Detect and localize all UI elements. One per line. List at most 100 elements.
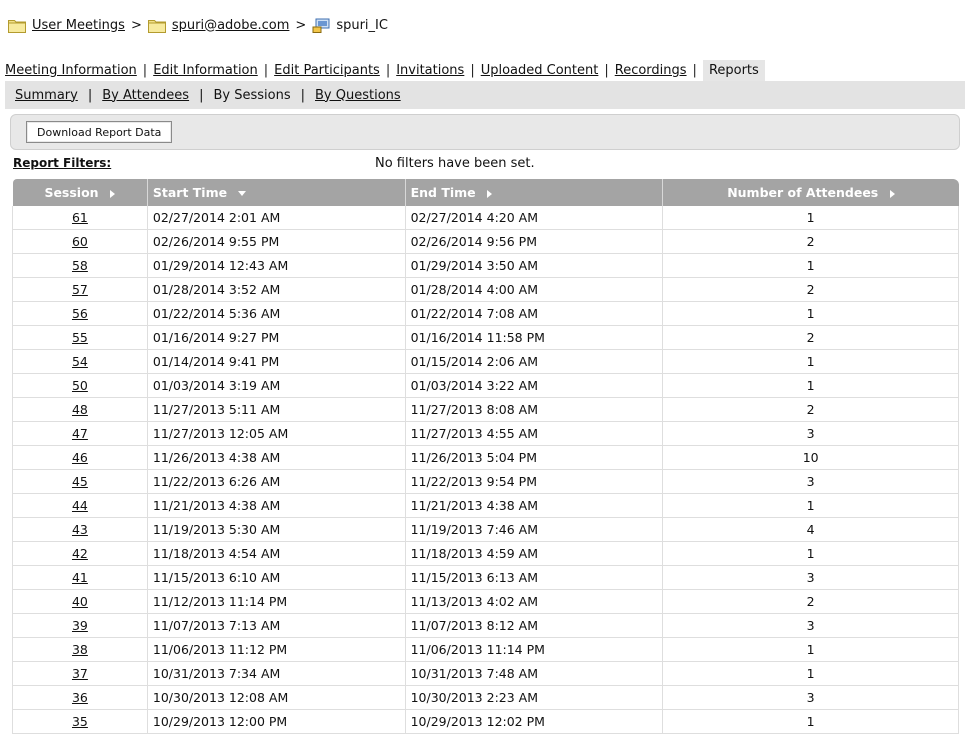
subtab-summary[interactable]: Summary bbox=[15, 88, 78, 103]
attendee-count-cell: 2 bbox=[662, 277, 959, 302]
session-link[interactable]: 38 bbox=[72, 642, 88, 657]
start-time-cell: 11/26/2013 4:38 AM bbox=[147, 445, 406, 470]
column-header-label: Number of Attendees bbox=[727, 185, 879, 200]
table-row: 37 10/31/2013 7:34 AM 10/31/2013 7:48 AM 1 bbox=[12, 661, 959, 686]
table-row: 35 10/29/2013 12:00 PM 10/29/2013 12:02 PM… bbox=[12, 709, 959, 734]
breadcrumb-user-meetings[interactable]: User Meetings bbox=[8, 18, 125, 33]
session-link[interactable]: 41 bbox=[72, 570, 88, 585]
start-time-cell: 11/21/2013 4:38 AM bbox=[147, 493, 406, 518]
column-header-start-time[interactable]: Start Time bbox=[147, 179, 406, 206]
column-header-session[interactable]: Session bbox=[12, 179, 148, 206]
table-row: 43 11/19/2013 5:30 AM 11/19/2013 7:46 AM 4 bbox=[12, 517, 959, 542]
column-header-number-of-attendees[interactable]: Number of Attendees bbox=[662, 179, 959, 206]
session-link[interactable]: 48 bbox=[72, 402, 88, 417]
tab-edit-participants[interactable]: Edit Participants bbox=[274, 63, 380, 78]
table-row: 58 01/29/2014 12:43 AM 01/29/2014 3:50 AM 1 bbox=[12, 253, 959, 278]
attendee-count-cell: 3 bbox=[662, 613, 959, 638]
column-header-end-time[interactable]: End Time bbox=[405, 179, 664, 206]
start-time-cell: 01/29/2014 12:43 AM bbox=[147, 253, 406, 278]
tab-edit-information[interactable]: Edit Information bbox=[153, 63, 258, 78]
table-row: 55 01/16/2014 9:27 PM 01/16/2014 11:58 PM 2 bbox=[12, 325, 959, 350]
download-report-button[interactable]: Download Report Data bbox=[26, 121, 173, 143]
table-row: 61 02/27/2014 2:01 AM 02/27/2014 4:20 AM 1 bbox=[12, 206, 959, 230]
sort-down-icon bbox=[238, 191, 247, 196]
start-time-cell: 01/03/2014 3:19 AM bbox=[147, 373, 406, 398]
subtab-by-questions[interactable]: By Questions bbox=[315, 88, 401, 103]
table-row: 44 11/21/2013 4:38 AM 11/21/2013 4:38 AM 1 bbox=[12, 493, 959, 518]
session-link[interactable]: 36 bbox=[72, 690, 88, 705]
session-link[interactable]: 54 bbox=[72, 354, 88, 369]
session-link[interactable]: 56 bbox=[72, 306, 88, 321]
subtab-by-sessions[interactable]: By Sessions bbox=[213, 88, 290, 103]
session-link[interactable]: 58 bbox=[72, 258, 88, 273]
folder-icon bbox=[8, 19, 26, 33]
start-time-cell: 01/14/2014 9:41 PM bbox=[147, 349, 406, 374]
subtab-by-attendees[interactable]: By Attendees bbox=[102, 88, 189, 103]
session-link[interactable]: 46 bbox=[72, 450, 88, 465]
start-time-cell: 11/15/2013 6:10 AM bbox=[147, 565, 406, 590]
session-link[interactable]: 40 bbox=[72, 594, 88, 609]
session-link[interactable]: 43 bbox=[72, 522, 88, 537]
breadcrumb-user-folder[interactable]: spuri@adobe.com bbox=[147, 18, 290, 33]
session-link[interactable]: 50 bbox=[72, 378, 88, 393]
table-row: 40 11/12/2013 11:14 PM 11/13/2013 4:02 AM 2 bbox=[12, 589, 959, 614]
attendee-count-cell: 2 bbox=[662, 397, 959, 422]
end-time-cell: 01/03/2014 3:22 AM bbox=[405, 373, 664, 398]
sort-right-icon bbox=[487, 189, 493, 198]
tab-meeting-information[interactable]: Meeting Information bbox=[5, 63, 137, 78]
session-link[interactable]: 44 bbox=[72, 498, 88, 513]
sort-right-icon bbox=[889, 189, 895, 198]
session-cell: 56 bbox=[12, 301, 148, 326]
end-time-cell: 10/30/2013 2:23 AM bbox=[405, 685, 664, 710]
report-toolbar: Download Report Data bbox=[10, 114, 960, 150]
subtab-divider: | bbox=[199, 87, 204, 103]
tab-recordings[interactable]: Recordings bbox=[615, 63, 687, 78]
session-cell: 37 bbox=[12, 661, 148, 686]
session-cell: 35 bbox=[12, 709, 148, 734]
sessions-table-body: 61 02/27/2014 2:01 AM 02/27/2014 4:20 AM 1 6… bbox=[12, 206, 959, 734]
breadcrumb: User Meetings > spuri@adobe.com > spuri_… bbox=[8, 14, 388, 36]
session-link[interactable]: 39 bbox=[72, 618, 88, 633]
tab-invitations[interactable]: Invitations bbox=[396, 63, 464, 78]
attendee-count-cell: 1 bbox=[662, 253, 959, 278]
session-link[interactable]: 42 bbox=[72, 546, 88, 561]
end-time-cell: 10/31/2013 7:48 AM bbox=[405, 661, 664, 686]
tab-reports[interactable]: Reports bbox=[702, 59, 765, 81]
table-row: 56 01/22/2014 5:36 AM 01/22/2014 7:08 AM 1 bbox=[12, 301, 959, 326]
attendee-count-cell: 2 bbox=[662, 589, 959, 614]
end-time-cell: 11/27/2013 8:08 AM bbox=[405, 397, 664, 422]
session-link[interactable]: 47 bbox=[72, 426, 88, 441]
folder-icon bbox=[147, 19, 166, 33]
breadcrumb-link[interactable]: User Meetings bbox=[32, 18, 125, 33]
end-time-cell: 01/28/2014 4:00 AM bbox=[405, 277, 664, 302]
session-cell: 40 bbox=[12, 589, 148, 614]
breadcrumb-current-label: spuri_IC bbox=[336, 17, 388, 33]
session-link[interactable]: 45 bbox=[72, 474, 88, 489]
start-time-cell: 10/29/2013 12:00 PM bbox=[147, 709, 406, 734]
start-time-cell: 01/22/2014 5:36 AM bbox=[147, 301, 406, 326]
session-link[interactable]: 35 bbox=[72, 714, 88, 729]
start-time-cell: 10/31/2013 7:34 AM bbox=[147, 661, 406, 686]
session-link[interactable]: 61 bbox=[72, 210, 88, 225]
table-row: 39 11/07/2013 7:13 AM 11/07/2013 8:12 AM 3 bbox=[12, 613, 959, 638]
session-link[interactable]: 57 bbox=[72, 282, 88, 297]
breadcrumb-separator: > bbox=[295, 17, 307, 33]
session-link[interactable]: 37 bbox=[72, 666, 88, 681]
breadcrumb-current-meeting: spuri_IC bbox=[312, 18, 388, 33]
session-cell: 39 bbox=[12, 613, 148, 638]
session-link[interactable]: 55 bbox=[72, 330, 88, 345]
end-time-cell: 11/13/2013 4:02 AM bbox=[405, 589, 664, 614]
attendee-count-cell: 3 bbox=[662, 421, 959, 446]
end-time-cell: 11/19/2013 7:46 AM bbox=[405, 517, 664, 542]
attendee-count-cell: 1 bbox=[662, 637, 959, 662]
table-header-row: Session Start Time End Time Number of At… bbox=[12, 179, 959, 206]
breadcrumb-link[interactable]: spuri@adobe.com bbox=[172, 18, 290, 33]
session-cell: 58 bbox=[12, 253, 148, 278]
attendee-count-cell: 1 bbox=[662, 206, 959, 230]
end-time-cell: 01/16/2014 11:58 PM bbox=[405, 325, 664, 350]
tab-uploaded-content[interactable]: Uploaded Content bbox=[481, 63, 599, 78]
session-cell: 42 bbox=[12, 541, 148, 566]
report-filters-label[interactable]: Report Filters: bbox=[13, 156, 111, 170]
session-link[interactable]: 60 bbox=[72, 234, 88, 249]
end-time-cell: 01/29/2014 3:50 AM bbox=[405, 253, 664, 278]
